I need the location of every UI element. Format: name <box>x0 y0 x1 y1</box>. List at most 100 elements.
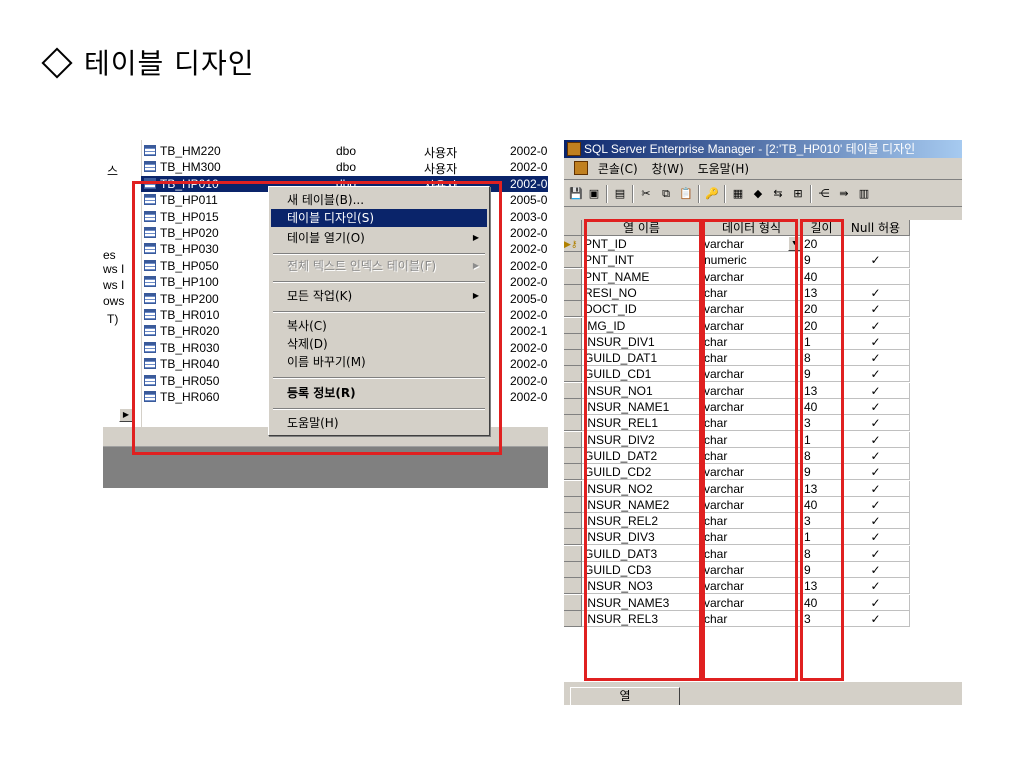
table-created-date: 2002-0 <box>510 308 548 322</box>
nullable-checkbox[interactable]: ✓ <box>842 496 910 513</box>
table-owner: dbo <box>336 144 357 158</box>
row-selector[interactable] <box>564 610 582 627</box>
row-selector[interactable] <box>564 382 582 399</box>
row-selector[interactable] <box>564 480 582 497</box>
table-created-date: 2002-0 <box>510 176 548 191</box>
nullable-checkbox[interactable]: ✓ <box>842 350 910 367</box>
row-selector[interactable] <box>564 366 582 383</box>
row-selector[interactable] <box>564 594 582 611</box>
menu-console[interactable]: 콘솔(C) <box>598 159 638 180</box>
primary-key-icon[interactable]: 🔑 <box>704 186 720 202</box>
nullable-checkbox[interactable]: ✓ <box>842 464 910 481</box>
nullable-checkbox[interactable]: ✓ <box>842 594 910 611</box>
row-selector[interactable] <box>564 545 582 562</box>
row-selector[interactable] <box>564 529 582 546</box>
row-selector[interactable] <box>564 562 582 578</box>
row-selector[interactable] <box>564 333 582 350</box>
console-icon[interactable] <box>574 161 588 175</box>
nullable-checkbox[interactable]: ✓ <box>842 610 910 627</box>
table-row[interactable]: TB_HM220 dbo 사용자 2002-0 <box>141 143 548 160</box>
nullable-checkbox[interactable]: ✓ <box>842 415 910 432</box>
nullable-checkbox[interactable]: ✓ <box>842 382 910 399</box>
table-created-date: 2002-0 <box>510 357 548 372</box>
dependencies-icon[interactable]: ⋲ <box>816 186 832 202</box>
table-name: TB_HM300 <box>160 160 221 175</box>
insert-column-icon[interactable]: ⇛ <box>836 186 852 202</box>
nullable-checkbox[interactable]: ✓ <box>842 431 910 448</box>
grid-icon[interactable]: ▥ <box>856 186 872 202</box>
nullable-checkbox[interactable]: ✓ <box>842 562 910 578</box>
table-created-date: 2002-0 <box>510 258 548 273</box>
nullable-checkbox[interactable]: ✓ <box>842 447 910 464</box>
nullable-checkbox[interactable]: ✓ <box>842 578 910 595</box>
row-selector[interactable] <box>564 252 582 269</box>
cut-icon[interactable]: ✂ <box>638 186 654 202</box>
annotation-box-data-types <box>702 219 798 681</box>
row-selector[interactable] <box>564 268 582 285</box>
row-selector[interactable] <box>564 447 582 464</box>
nullable-checkbox[interactable]: ✓ <box>842 301 910 318</box>
row-selector[interactable] <box>564 350 582 367</box>
menu-help[interactable]: 도움말(H) <box>698 159 750 180</box>
row-selector[interactable] <box>564 284 582 301</box>
nullable-checkbox[interactable]: ✓ <box>842 480 910 497</box>
row-selector[interactable] <box>564 578 582 595</box>
paste-icon[interactable]: 📋 <box>678 186 694 202</box>
tree-fragment: es <box>103 248 116 262</box>
tab-columns[interactable]: 열 <box>570 687 680 705</box>
row-selector[interactable]: ▶⚷ <box>564 236 582 252</box>
table-created-date: 2005-0 <box>510 193 548 208</box>
col-header-nullable[interactable]: Null 허용 <box>842 220 910 236</box>
table-created-date: 2002-0 <box>510 340 548 355</box>
tree-fragment: ows <box>103 294 125 308</box>
table-properties-icon[interactable]: ▦ <box>730 186 746 202</box>
nullable-checkbox[interactable]: ✓ <box>842 529 910 546</box>
slide-title-text: 테이블 디자인 <box>84 47 255 80</box>
table-created-date: 2002-0 <box>510 373 548 388</box>
toolbar: 💾 ▣ ▤ ✂ ⧉ 📋 🔑 ▦ ◆ ⇆ ⊞ ⋲ ⇛ ▥ <box>564 182 962 207</box>
table-icon <box>144 145 156 156</box>
row-selector[interactable] <box>564 399 582 415</box>
nullable-checkbox[interactable] <box>842 236 910 252</box>
menu-bar: 콘솔(C) 창(W) 도움말(H) <box>564 159 962 180</box>
bottom-tabs: 열 <box>564 685 962 705</box>
annotation-box-column-names <box>584 219 702 681</box>
nullable-checkbox[interactable]: ✓ <box>842 399 910 415</box>
nullable-checkbox[interactable]: ✓ <box>842 317 910 334</box>
nullable-checkbox[interactable] <box>842 268 910 285</box>
nullable-checkbox[interactable]: ✓ <box>842 513 910 530</box>
table-owner: dbo <box>336 160 357 175</box>
window-title: SQL Server Enterprise Manager - [2:'TB_H… <box>584 142 916 156</box>
window-titlebar: SQL Server Enterprise Manager - [2:'TB_H… <box>564 140 962 158</box>
manage-indexes-icon[interactable]: ◆ <box>750 186 766 202</box>
nullable-checkbox[interactable]: ✓ <box>842 252 910 269</box>
row-selector[interactable] <box>564 431 582 448</box>
save-icon[interactable]: 💾 <box>568 186 584 202</box>
slide-title: 테이블 디자인 <box>40 42 254 82</box>
table-row[interactable]: TB_HM300 dbo 사용자 2002-0 <box>141 159 548 176</box>
table-name: TB_HM220 <box>160 144 221 158</box>
app-icon <box>567 142 581 156</box>
table-created-date: 2002-0 <box>510 242 548 257</box>
row-selector[interactable] <box>564 513 582 530</box>
row-selector[interactable] <box>564 496 582 513</box>
nullable-checkbox[interactable]: ✓ <box>842 284 910 301</box>
nullable-checkbox[interactable]: ✓ <box>842 545 910 562</box>
nullable-checkbox[interactable]: ✓ <box>842 333 910 350</box>
tree-fragment: 스 <box>107 164 119 178</box>
row-selector[interactable] <box>564 317 582 334</box>
menu-window[interactable]: 창(W) <box>651 159 683 180</box>
manage-constraints-icon[interactable]: ⊞ <box>790 186 806 202</box>
nullable-checkbox[interactable]: ✓ <box>842 366 910 383</box>
diamond-icon <box>41 47 73 79</box>
scroll-left-arrow[interactable]: ▶ <box>119 408 133 422</box>
copy-icon[interactable]: ⧉ <box>658 186 674 202</box>
manage-relationships-icon[interactable]: ⇆ <box>770 186 786 202</box>
row-selector[interactable] <box>564 464 582 481</box>
table-created-date: 2005-0 <box>510 291 548 306</box>
properties-icon[interactable]: ▣ <box>586 186 602 202</box>
row-selector[interactable] <box>564 301 582 318</box>
row-selector[interactable] <box>564 415 582 432</box>
generate-script-icon[interactable]: ▤ <box>612 186 628 202</box>
table-icon <box>144 161 156 173</box>
